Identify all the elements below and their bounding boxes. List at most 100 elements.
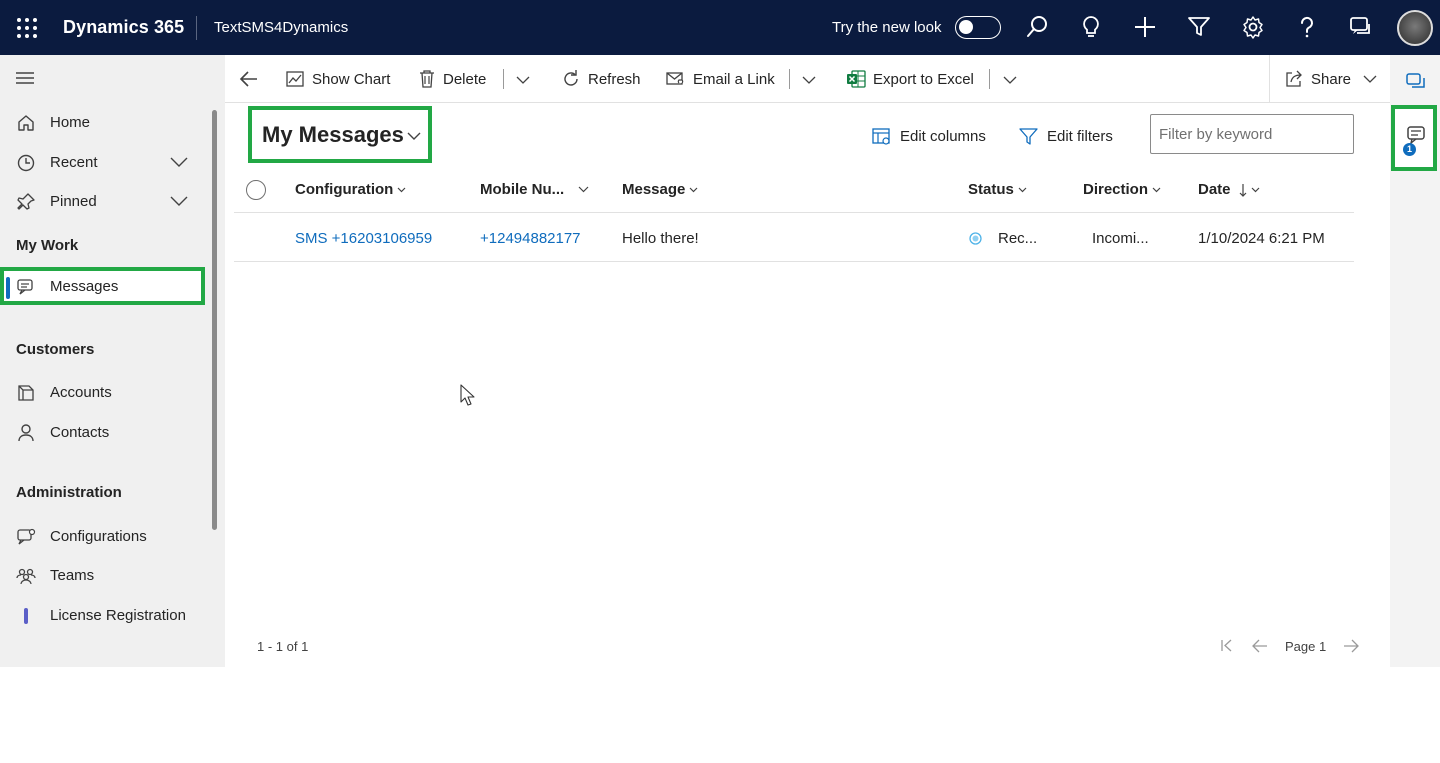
- chevron-down-icon: [1251, 187, 1259, 192]
- email-link-button[interactable]: Email a Link: [666, 67, 775, 91]
- delete-label: Delete: [443, 70, 487, 88]
- column-label: Direction: [1083, 181, 1149, 198]
- plus-icon[interactable]: [1132, 14, 1158, 40]
- column-header-message[interactable]: Message: [622, 181, 698, 198]
- sidebar-item-contacts[interactable]: Contacts: [0, 413, 205, 451]
- chevron-down-icon: [1018, 187, 1027, 192]
- share-icon: [1286, 70, 1302, 87]
- messages-pane-button[interactable]: 1: [1391, 105, 1437, 171]
- sidebar-item-label: Recent: [50, 154, 98, 171]
- clock-icon: [17, 154, 35, 172]
- chevron-down-icon[interactable]: [800, 71, 818, 89]
- separator: [989, 69, 990, 89]
- filter-keyword-input[interactable]: [1150, 114, 1354, 154]
- refresh-icon: [564, 70, 578, 86]
- home-icon: [18, 115, 34, 131]
- chevron-down-icon: [397, 187, 406, 192]
- export-excel-button[interactable]: Export to Excel: [846, 67, 974, 91]
- email-link-icon: [666, 72, 684, 85]
- column-header-date[interactable]: Date: [1198, 181, 1260, 198]
- column-label: Message: [622, 181, 686, 198]
- chart-icon: [286, 71, 304, 87]
- edit-columns-button[interactable]: Edit columns: [872, 124, 986, 148]
- sidebar-item-license-registration[interactable]: License Registration: [0, 596, 205, 634]
- sidebar-item-pinned[interactable]: Pinned: [0, 182, 205, 220]
- filter-icon: [1019, 127, 1038, 145]
- chat-icon[interactable]: [1348, 14, 1374, 40]
- column-header-status[interactable]: Status: [968, 181, 1027, 198]
- column-label: Status: [968, 181, 1014, 198]
- chat-icon[interactable]: [1405, 70, 1427, 92]
- email-link-label: Email a Link: [693, 70, 775, 88]
- status-received-icon: [969, 232, 982, 245]
- lightbulb-icon[interactable]: [1078, 14, 1104, 40]
- chevron-down-icon[interactable]: [1001, 71, 1019, 89]
- section-administration: Administration: [16, 484, 122, 501]
- delete-button[interactable]: Delete: [418, 67, 486, 91]
- select-all-checkbox[interactable]: [246, 180, 266, 200]
- header-divider: [196, 16, 197, 40]
- back-arrow-icon[interactable]: [239, 70, 259, 88]
- top-bar: Dynamics 365 TextSMS4Dynamics Try the ne…: [0, 0, 1440, 55]
- first-page-icon[interactable]: [1218, 637, 1236, 655]
- column-header-mobile-number[interactable]: Mobile Nu...: [480, 181, 589, 198]
- page-title: My Messages: [262, 122, 404, 147]
- cell-date: 1/10/2024 6:21 PM: [1198, 230, 1325, 247]
- view-selector[interactable]: My Messages: [248, 106, 432, 163]
- chevron-down-icon[interactable]: [514, 71, 532, 89]
- trash-icon: [420, 70, 434, 88]
- column-label: Configuration: [295, 181, 394, 198]
- show-chart-button[interactable]: Show Chart: [285, 67, 390, 91]
- cell-status: Rec...: [998, 230, 1038, 247]
- column-header-direction[interactable]: Direction: [1083, 181, 1161, 198]
- share-label: Share: [1311, 70, 1352, 88]
- share-area: Share: [1269, 55, 1390, 103]
- accounts-icon: [18, 385, 34, 401]
- sidebar-item-configurations[interactable]: Configurations: [0, 517, 205, 555]
- sidebar-item-accounts[interactable]: Accounts: [0, 373, 205, 411]
- share-button[interactable]: Share: [1284, 67, 1351, 91]
- app-name[interactable]: TextSMS4Dynamics: [214, 19, 348, 36]
- gear-icon[interactable]: [1240, 14, 1266, 40]
- excel-icon: [847, 70, 866, 88]
- section-customers: Customers: [16, 341, 95, 358]
- help-icon[interactable]: [1294, 14, 1320, 40]
- edit-filters-button[interactable]: Edit filters: [1019, 124, 1113, 148]
- chevron-down-icon[interactable]: [170, 194, 188, 208]
- separator: [503, 69, 504, 89]
- sidebar-item-messages[interactable]: Messages: [0, 267, 205, 305]
- message-icon: [17, 279, 33, 295]
- previous-page-icon[interactable]: [1251, 637, 1269, 655]
- sidebar-item-teams[interactable]: Teams: [0, 556, 205, 594]
- cell-message: Hello there!: [622, 230, 699, 247]
- column-header-configuration[interactable]: Configuration: [295, 181, 406, 198]
- chevron-down-icon: [689, 187, 698, 192]
- chevron-down-icon: [578, 186, 589, 193]
- column-label: Date: [1198, 181, 1231, 198]
- section-my-work: My Work: [16, 237, 79, 254]
- sidebar-scrollbar[interactable]: [212, 110, 217, 530]
- sidebar-item-recent[interactable]: Recent: [0, 143, 205, 181]
- sidebar-item-label: Accounts: [50, 384, 112, 401]
- refresh-button[interactable]: Refresh: [561, 67, 641, 91]
- table-row[interactable]: SMS +16203106959 +12494882177 Hello ther…: [234, 214, 1354, 262]
- sidebar-item-home[interactable]: Home: [0, 103, 205, 141]
- filter-icon[interactable]: [1186, 14, 1212, 40]
- cell-mobile-link[interactable]: +12494882177: [480, 230, 581, 247]
- new-look-toggle[interactable]: [955, 16, 1001, 39]
- product-title[interactable]: Dynamics 365: [63, 17, 184, 38]
- next-page-icon[interactable]: [1342, 637, 1360, 655]
- chevron-down-icon[interactable]: [170, 155, 188, 169]
- sidebar-item-label: License Registration: [50, 607, 186, 624]
- column-label: Mobile Nu...: [480, 181, 565, 198]
- user-avatar[interactable]: [1397, 10, 1433, 46]
- try-new-look-label: Try the new look: [832, 19, 942, 36]
- chevron-down-icon[interactable]: [1361, 70, 1379, 88]
- sidebar-item-label: Configurations: [50, 528, 147, 545]
- search-icon[interactable]: [1024, 14, 1050, 40]
- cell-configuration-link[interactable]: SMS +16203106959: [295, 230, 432, 247]
- page-number: Page 1: [1285, 639, 1327, 654]
- app-launcher-icon[interactable]: [16, 17, 38, 39]
- hamburger-menu-icon[interactable]: [15, 70, 35, 86]
- edit-filters-label: Edit filters: [1047, 127, 1113, 145]
